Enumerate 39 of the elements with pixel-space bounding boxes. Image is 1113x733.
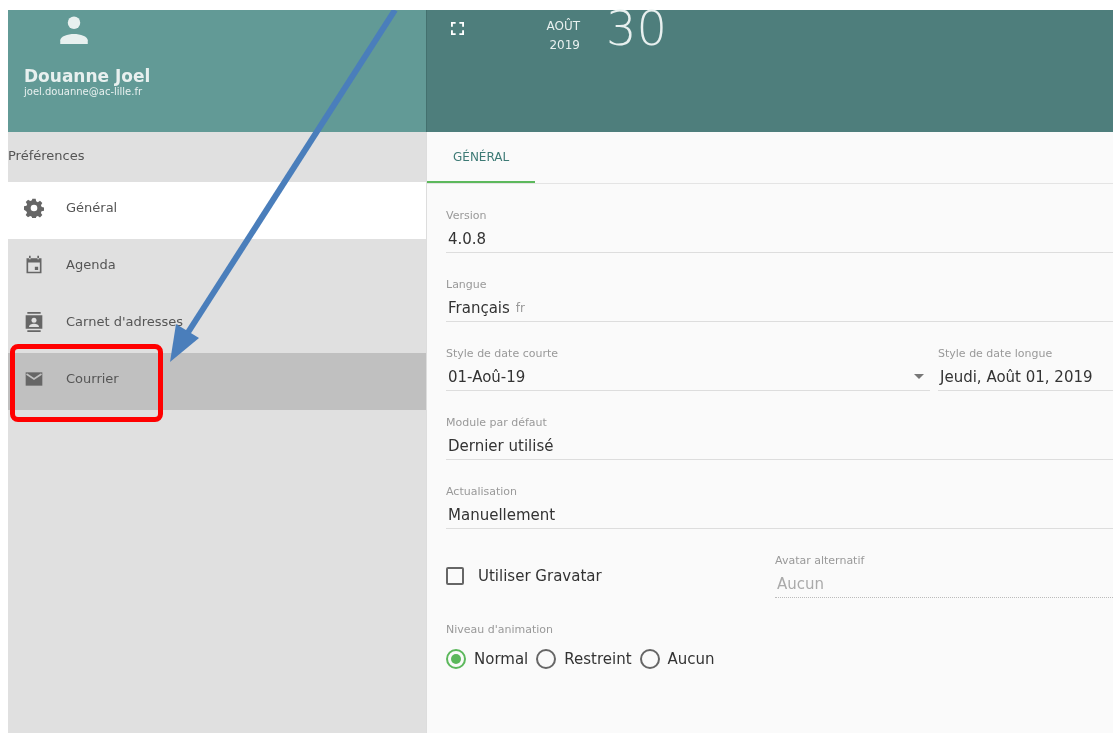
tab[interactable]: GÉNÉRAL — [427, 132, 536, 183]
gear-icon — [24, 197, 44, 218]
day-number: 30 — [606, 0, 668, 56]
user-email: joel.douanne@ac-lille.fr — [24, 86, 144, 97]
field-label: Actualisation — [446, 485, 519, 500]
radio-button[interactable] — [446, 649, 466, 669]
user-name: Douanne Joel — [24, 66, 152, 86]
sidebar-item[interactable]: Courrier — [8, 353, 426, 410]
field-label: Style de date courte — [446, 347, 560, 362]
month-label: AOÛT — [545, 17, 580, 35]
radio-label: Normal — [474, 650, 529, 668]
dropdown-caret-icon — [914, 374, 924, 379]
calendar-icon — [24, 254, 44, 275]
fullscreen-icon[interactable] — [451, 22, 464, 35]
input-field[interactable]: 01-Aoû-19 — [446, 363, 930, 391]
sidebar-title: Préférences — [8, 147, 86, 165]
year-label: 2019 — [548, 37, 580, 54]
radio-label: Restreint — [564, 650, 632, 668]
field-label: Version — [446, 209, 488, 224]
radio-button[interactable] — [639, 649, 660, 669]
input-field[interactable]: Jeudi, Août 01, 2019 — [938, 363, 1113, 391]
input-field[interactable]: Manuellement — [446, 501, 1113, 529]
person-icon — [58, 14, 90, 44]
input-field[interactable]: Français fr — [446, 294, 1113, 322]
input-field[interactable]: 4.0.8 — [446, 225, 1113, 253]
sidebar-item[interactable]: Agenda — [8, 239, 426, 296]
sidebar-item[interactable]: Général — [8, 182, 426, 239]
field-label: Langue — [446, 278, 488, 293]
field-label: Module par défaut — [446, 416, 548, 431]
field-label: Niveau d'animation — [446, 623, 555, 638]
radio-button[interactable] — [536, 649, 557, 669]
input-field[interactable]: Dernier utilisé — [446, 432, 1113, 460]
field-label: Style de date longue — [938, 347, 1054, 362]
language-code: fr — [515, 300, 525, 315]
checkbox-label: Utiliser Gravatar — [478, 567, 602, 585]
sidebar-item[interactable]: Carnet d'adresses — [8, 296, 426, 353]
field-label: Avatar alternatif — [775, 554, 866, 569]
radio-label: Aucun — [667, 650, 715, 668]
contact-card-icon — [24, 311, 44, 332]
